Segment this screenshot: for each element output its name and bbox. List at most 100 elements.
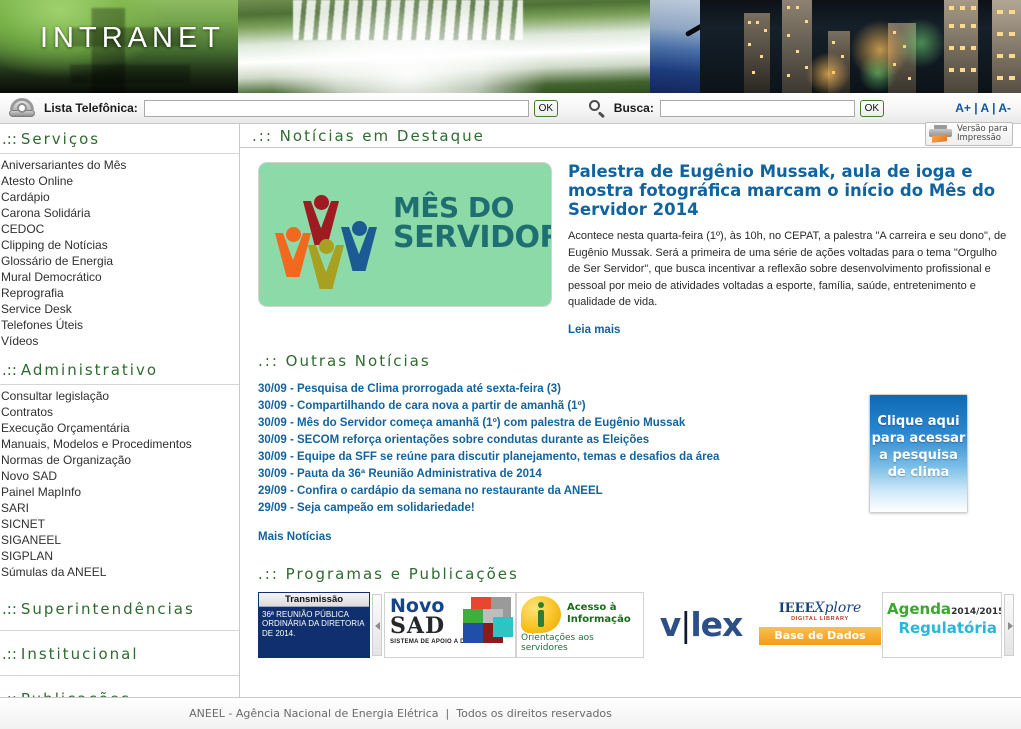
ieee-line3: DIGITAL LIBRARY bbox=[791, 615, 849, 622]
logo-novo-sad[interactable]: Novo SAD SISTEMA DE APOIO A DECISÃO bbox=[384, 591, 516, 658]
footer-org: ANEEL - Agência Nacional de Energia Elét… bbox=[189, 707, 439, 720]
search-input[interactable] bbox=[659, 99, 855, 117]
sidebar-item-glossario-energia[interactable]: Glossário de Energia bbox=[0, 253, 239, 269]
section-prefix: .:: bbox=[2, 361, 17, 379]
mes-do-servidor-banner[interactable]: MÊS DO SERVIDOR bbox=[258, 162, 552, 307]
sidebar-item-execucao-orcamentaria[interactable]: Execução Orçamentária bbox=[0, 420, 239, 436]
telephone-icon bbox=[8, 98, 36, 118]
sidebar-section-servicos[interactable]: .:: Serviços bbox=[0, 124, 239, 154]
sidebar-item-consultar-legislacao[interactable]: Consultar legislação bbox=[0, 388, 239, 404]
featured-article: Palestra de Eugênio Mussak, aula de ioga… bbox=[552, 162, 1007, 338]
programs-title: Programas e Publicações bbox=[285, 564, 519, 583]
sidebar-item-carona-solidaria[interactable]: Carona Solidária bbox=[0, 205, 239, 221]
logo-vlex[interactable]: v|lex bbox=[644, 591, 758, 658]
featured-title[interactable]: Palestra de Eugênio Mussak, aula de ioga… bbox=[568, 162, 1007, 219]
sidebar-item-service-desk[interactable]: Service Desk bbox=[0, 301, 239, 317]
sidebar-item-sumulas-aneel[interactable]: Súmulas da ANEEL bbox=[0, 564, 239, 580]
main-content: .:: Notícias em Destaque Versão para Imp… bbox=[240, 122, 1021, 697]
sidebar-item-reprografia[interactable]: Reprografia bbox=[0, 285, 239, 301]
sidebar-item-cedoc[interactable]: CEDOC bbox=[0, 221, 239, 237]
section-title: Institucional bbox=[20, 645, 139, 663]
acesso-line1: Acesso à bbox=[567, 601, 617, 613]
more-news-link[interactable]: Mais Notícias bbox=[258, 531, 332, 543]
footer-separator: | bbox=[445, 707, 450, 720]
transmissao-text: 36ª REUNIÃO PÚBLICA ORDINÁRIA DA DIRETOR… bbox=[262, 609, 365, 638]
logo-agenda-regulatoria[interactable]: Agenda2014/2015 Regulatória bbox=[882, 591, 1002, 658]
vlex-text: v|lex bbox=[659, 605, 744, 644]
agenda-line2: Regulatória bbox=[898, 618, 997, 637]
carousel-next-arrow[interactable] bbox=[1004, 593, 1014, 656]
footer-text: ANEEL - Agência Nacional de Energia Elét… bbox=[189, 707, 612, 720]
section-title: Administrativo bbox=[20, 361, 159, 379]
clima-banner-text: Clique aqui para acessar a pesquisa de c… bbox=[872, 413, 966, 481]
other-news-title: Outras Notícias bbox=[285, 351, 431, 370]
section-prefix: .:: bbox=[2, 645, 17, 663]
main-header-prefix: .:: bbox=[252, 126, 273, 145]
programs-prefix: .:: bbox=[258, 564, 279, 583]
ieee-line2: Xplore bbox=[814, 599, 862, 616]
carousel-prev-arrow[interactable] bbox=[372, 593, 382, 656]
banner-line2: SERVIDOR bbox=[393, 220, 552, 255]
programs-carousel: Transmissão 36ª REUNIÃO PÚBLICA ORDINÁRI… bbox=[258, 591, 1021, 658]
agenda-word: Agenda bbox=[887, 599, 952, 618]
sidebar-item-telefones-uteis[interactable]: Telefones Úteis bbox=[0, 317, 239, 333]
sidebar-section-publicacoes[interactable]: .::Publicações bbox=[0, 676, 239, 697]
sidebar-items-administrativo: Consultar legislação Contratos Execução … bbox=[0, 385, 239, 586]
sidebar-item-contratos[interactable]: Contratos bbox=[0, 404, 239, 420]
clima-line2: para acessar bbox=[871, 431, 966, 446]
utility-search-bar: Lista Telefônica: OK Busca: OK A+ | A | … bbox=[0, 93, 1021, 124]
sidebar-item-normas-organizacao[interactable]: Normas de Organização bbox=[0, 452, 239, 468]
clima-line1: Clique aqui bbox=[877, 414, 960, 429]
phone-list-input[interactable] bbox=[143, 99, 529, 117]
ieee-base-dados-banner: Base de Dados bbox=[759, 626, 881, 645]
logo-acesso-informacao[interactable]: Acesso à Informação Orientações aos serv… bbox=[516, 591, 644, 658]
section-title: Serviços bbox=[20, 130, 101, 148]
acesso-title: Acesso à Informação bbox=[567, 602, 631, 626]
sidebar-section-administrativo[interactable]: .:: Administrativo bbox=[0, 355, 239, 385]
footer-rights: Todos os direitos reservados bbox=[456, 707, 612, 720]
phone-list-label: Lista Telefônica: bbox=[44, 101, 138, 115]
agenda-line1: Agenda2014/2015 bbox=[887, 599, 1001, 620]
featured-news: MÊS DO SERVIDOR Palestra de Eugênio Muss… bbox=[240, 148, 1021, 338]
featured-body-text: Acontece nesta quarta-feira (1º), às 10h… bbox=[568, 230, 1007, 308]
sidebar-item-clipping-noticias[interactable]: Clipping de Notícias bbox=[0, 237, 239, 253]
other-news-prefix: .:: bbox=[258, 351, 279, 370]
sidebar-section-superintendencias[interactable]: .:: Superintendências bbox=[0, 586, 239, 631]
sidebar-item-sigplan[interactable]: SIGPLAN bbox=[0, 548, 239, 564]
sidebar-item-siganeel[interactable]: SIGANEEL bbox=[0, 532, 239, 548]
sidebar-item-cardapio[interactable]: Cardápio bbox=[0, 189, 239, 205]
font-separator-1: | bbox=[974, 101, 978, 115]
banner-image-dam bbox=[238, 0, 690, 93]
sidebar-item-atesto-online[interactable]: Atesto Online bbox=[0, 173, 239, 189]
sidebar-item-sicnet[interactable]: SICNET bbox=[0, 516, 239, 532]
main-content-header: .:: Notícias em Destaque Versão para Imp… bbox=[240, 122, 1021, 148]
phone-list-ok-button[interactable]: OK bbox=[533, 99, 558, 117]
sidebar-item-aniversariantes[interactable]: Aniversariantes do Mês bbox=[0, 157, 239, 173]
page-footer: ANEEL - Agência Nacional de Energia Elét… bbox=[0, 697, 1021, 729]
page-layout: .:: Serviços Aniversariantes do Mês Atest… bbox=[0, 122, 1021, 697]
sidebar-item-mural-democratico[interactable]: Mural Democrático bbox=[0, 269, 239, 285]
font-normal-button[interactable]: A bbox=[981, 101, 989, 115]
section-prefix: .:: bbox=[2, 690, 17, 697]
sidebar-item-novo-sad[interactable]: Novo SAD bbox=[0, 468, 239, 484]
search-ok-button[interactable]: OK bbox=[859, 99, 884, 117]
banner-text: MÊS DO SERVIDOR bbox=[393, 193, 552, 255]
font-decrease-button[interactable]: A- bbox=[998, 101, 1011, 115]
vlex-v: v bbox=[659, 605, 681, 644]
pesquisa-clima-banner[interactable]: Clique aqui para acessar a pesquisa de c… bbox=[869, 394, 968, 513]
font-size-controls: A+ | A | A- bbox=[955, 101, 1011, 115]
read-more-link[interactable]: Leia mais bbox=[568, 324, 620, 336]
sidebar-item-videos[interactable]: Vídeos bbox=[0, 333, 239, 349]
logo-transmissao[interactable]: Transmissão 36ª REUNIÃO PÚBLICA ORDINÁRI… bbox=[258, 591, 370, 658]
font-increase-button[interactable]: A+ bbox=[955, 101, 971, 115]
sidebar-item-sari[interactable]: SARI bbox=[0, 500, 239, 516]
info-bubble-icon bbox=[521, 595, 561, 633]
section-title: Superintendências bbox=[20, 600, 195, 618]
sidebar-item-manuais-modelos[interactable]: Manuais, Modelos e Procedimentos bbox=[0, 436, 239, 452]
sidebar-section-institucional[interactable]: .:: Institucional bbox=[0, 631, 239, 676]
agenda-years: 2014/2015 bbox=[951, 606, 1002, 617]
print-version-button[interactable]: Versão para Impressão bbox=[925, 122, 1013, 146]
transmissao-title: Transmissão bbox=[259, 592, 369, 607]
sidebar-item-painel-mapinfo[interactable]: Painel MapInfo bbox=[0, 484, 239, 500]
logo-ieee-xplore[interactable]: IEEEXplore DIGITAL LIBRARY Base de Dados bbox=[758, 591, 882, 658]
